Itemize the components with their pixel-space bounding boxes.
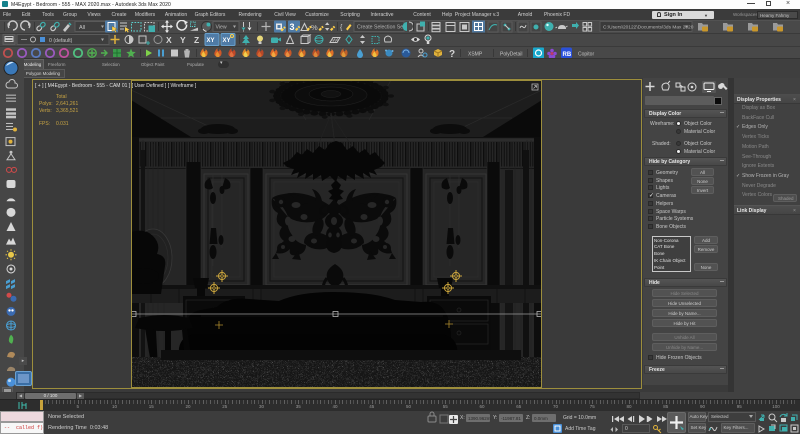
svg-text:Z: Z — [194, 35, 199, 45]
svg-text:PolyDetail: PolyDetail — [500, 52, 523, 58]
svg-text:XY: XY — [223, 38, 231, 44]
svg-text:View: View — [216, 25, 227, 31]
svg-text:Y: Y — [180, 35, 186, 45]
svg-text:X: X — [166, 35, 172, 45]
svg-text:C:\Users\20122\Documents\3ds M: C:\Users\20122\Documents\3ds Max 2020 — [603, 24, 694, 30]
svg-text:{: { — [340, 25, 343, 32]
svg-text:XY: XY — [207, 38, 215, 44]
svg-text:%: % — [311, 23, 318, 32]
svg-text:0 (default): 0 (default) — [49, 38, 73, 44]
svg-text:Copitor: Copitor — [578, 52, 594, 58]
svg-text:All: All — [79, 25, 85, 31]
svg-text:RB: RB — [563, 52, 572, 58]
svg-text:Create Selection Se: Create Selection Se — [357, 25, 403, 31]
svg-text:3: 3 — [290, 22, 295, 32]
svg-text:XSMP: XSMP — [468, 52, 483, 58]
